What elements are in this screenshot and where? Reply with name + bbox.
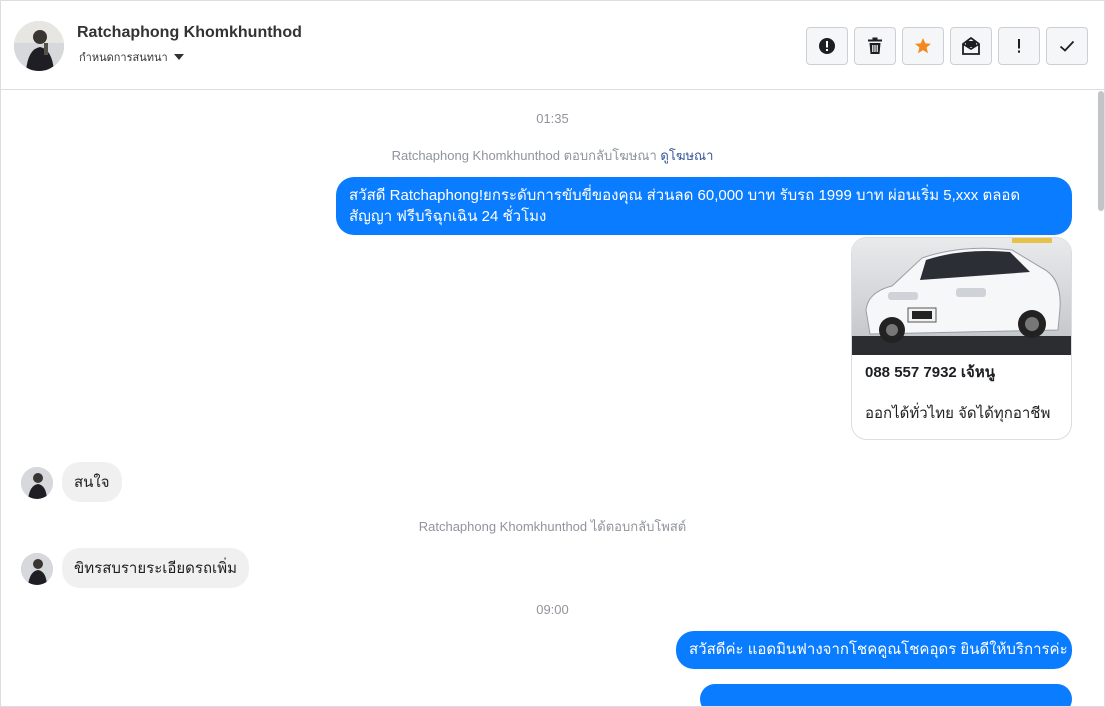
conversation-header: Ratchaphong Khomkhunthod กำหนดการสนทนา (1, 1, 1104, 90)
star-button[interactable] (902, 27, 944, 65)
assign-label: กำหนดการสนทนา (79, 52, 168, 64)
view-ad-link[interactable]: ดูโฆษณา (660, 148, 713, 163)
ad-card-description: ออกได้ทั่วไทย จัดได้ทุกอาชีพ (865, 405, 1051, 422)
ad-reply-text: Ratchaphong Khomkhunthod ตอบกลับโฆษณา (391, 148, 657, 163)
star-icon (915, 38, 931, 54)
done-button[interactable] (1046, 27, 1088, 65)
conversation-panel: Ratchaphong Khomkhunthod กำหนดการสนทนา 0… (0, 0, 1105, 707)
mark-unread-button[interactable] (950, 27, 992, 65)
contact-avatar[interactable] (14, 21, 64, 71)
outgoing-message-partial (700, 684, 1072, 706)
timestamp: 09:00 (536, 602, 569, 617)
message-line: สัญญา ฟรีบริฉุกเฉิน 24 ชั่วโมง (349, 208, 547, 225)
header-actions (806, 27, 1088, 65)
caret-down-icon (173, 54, 184, 60)
outgoing-message: สวัสดี Ratchaphong!ยกระดับการขับขี่ของคุ… (336, 177, 1072, 235)
exclamation-icon (1018, 39, 1020, 53)
outgoing-message: สวัสดีค่ะ แอดมินฟางจากโชคคูณโชคอุดร ยินด… (676, 631, 1072, 669)
delete-button[interactable] (854, 27, 896, 65)
alert-circle-icon (819, 38, 835, 54)
contact-name[interactable]: Ratchaphong Khomkhunthod (77, 24, 302, 42)
check-icon (1059, 40, 1075, 52)
envelope-icon (962, 37, 980, 55)
incoming-message: ขิทรสบรายระเอียดรถเพิ่ม (62, 548, 249, 588)
spam-button[interactable] (806, 27, 848, 65)
message-line: สวัสดี Ratchaphong!ยกระดับการขับขี่ของคุ… (349, 187, 1021, 204)
incoming-message: สนใจ (62, 462, 122, 502)
post-reply-note: Ratchaphong Khomkhunthod ได้ตอบกลับโพสต์ (418, 519, 687, 534)
important-button[interactable] (998, 27, 1040, 65)
assign-conversation-dropdown[interactable]: กำหนดการสนทนา (79, 48, 184, 66)
timestamp: 01:35 (536, 111, 569, 126)
car-image (852, 238, 1071, 355)
ad-card[interactable]: 088 557 7932 เจ้หนู ออกได้ทั่วไทย จัดได้… (851, 237, 1072, 440)
trash-icon (868, 37, 882, 54)
ad-card-title: 088 557 7932 เจ้หนู (865, 364, 995, 381)
contact-avatar-small[interactable] (21, 467, 53, 499)
message-thread: 01:35 Ratchaphong Khomkhunthod ตอบกลับโฆ… (1, 91, 1104, 706)
contact-avatar-small[interactable] (21, 553, 53, 585)
ad-reply-note: Ratchaphong Khomkhunthod ตอบกลับโฆษณา ดู… (1, 145, 1104, 166)
